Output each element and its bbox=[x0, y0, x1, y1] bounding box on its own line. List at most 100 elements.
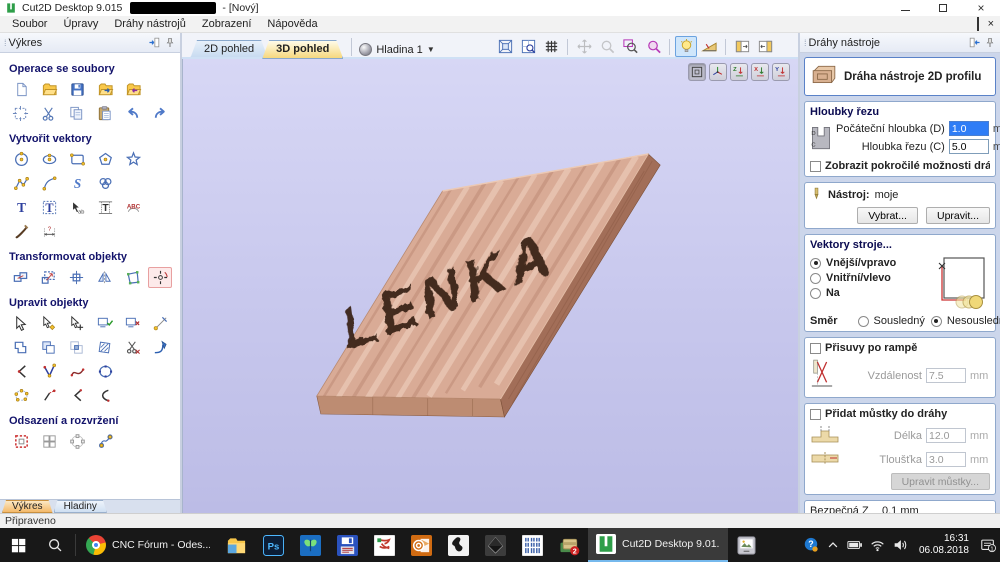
taskbar-app-photoshop[interactable]: Ps bbox=[255, 528, 292, 562]
taskbar-app-butterfly[interactable] bbox=[292, 528, 329, 562]
menu-zobrazeni[interactable]: Zobrazení bbox=[194, 17, 260, 31]
text-spacing-icon[interactable]: T bbox=[93, 197, 117, 218]
cut-depth-input[interactable] bbox=[949, 139, 989, 154]
select-text-icon[interactable]: ab bbox=[65, 197, 89, 218]
advanced-options-checkbox[interactable] bbox=[810, 161, 821, 172]
draw-ellipse-icon[interactable] bbox=[37, 149, 61, 170]
scale-object-icon[interactable] bbox=[37, 267, 61, 288]
fit-points-icon[interactable] bbox=[37, 361, 61, 382]
align-object-icon[interactable] bbox=[65, 267, 89, 288]
join-vectors-icon[interactable] bbox=[9, 385, 33, 406]
fillet-tool-icon[interactable] bbox=[148, 337, 172, 358]
rotate-copy-icon[interactable] bbox=[65, 431, 89, 452]
distort-object-icon[interactable] bbox=[120, 267, 144, 288]
draw-curve-icon[interactable]: S bbox=[65, 173, 89, 194]
option-conventional[interactable]: Nesousledný bbox=[931, 315, 1000, 327]
battery-icon[interactable] bbox=[847, 537, 863, 553]
start-button[interactable] bbox=[0, 528, 37, 562]
restore-button[interactable] bbox=[924, 0, 962, 16]
mdi-restore-button[interactable] bbox=[977, 18, 979, 30]
pin-panel-icon[interactable] bbox=[164, 37, 176, 49]
help-tray-icon[interactable]: ? bbox=[803, 537, 819, 553]
zoom-drawing-button[interactable] bbox=[517, 36, 539, 57]
menu-soubor[interactable]: Soubor bbox=[4, 17, 55, 31]
select-cursor-icon[interactable] bbox=[9, 313, 33, 334]
draw-text-box-icon[interactable]: T bbox=[37, 197, 61, 218]
tab-vykres[interactable]: Výkres bbox=[2, 500, 53, 513]
measure-tool-icon[interactable] bbox=[148, 313, 172, 334]
draw-arc-icon[interactable] bbox=[37, 173, 61, 194]
text-on-curve-icon[interactable]: ABC bbox=[121, 197, 145, 218]
rotate-object-icon[interactable] bbox=[148, 267, 172, 288]
zoom-extents-button[interactable] bbox=[494, 36, 516, 57]
tab-hladiny[interactable]: Hladiny bbox=[54, 500, 107, 513]
fit-arc-2-icon[interactable] bbox=[93, 385, 117, 406]
close-button[interactable]: × bbox=[962, 0, 1000, 16]
collapse-panel-icon[interactable] bbox=[148, 36, 161, 49]
taskbar-app-cut2d[interactable]: Cut2D Desktop 9.01... bbox=[588, 528, 728, 562]
fit-curve-tool-icon[interactable] bbox=[65, 361, 89, 382]
zoom-selected-button[interactable] bbox=[642, 36, 664, 57]
menu-upravy[interactable]: Úpravy bbox=[55, 17, 106, 31]
mdi-close-button[interactable]: × bbox=[988, 19, 994, 30]
edit-tool-button[interactable]: Upravit... bbox=[926, 207, 990, 224]
move-cursor-icon[interactable] bbox=[65, 313, 89, 334]
node-edit-cursor-icon[interactable] bbox=[37, 313, 61, 334]
iso-view-button[interactable] bbox=[709, 63, 727, 81]
draw-polygon-icon[interactable] bbox=[93, 149, 117, 170]
option-on[interactable]: Na bbox=[810, 287, 928, 299]
mirror-object-icon[interactable] bbox=[92, 267, 116, 288]
dimension-icon[interactable]: ? bbox=[37, 221, 61, 242]
draw-text-icon[interactable]: T bbox=[9, 197, 33, 218]
tray-chevron-up-icon[interactable] bbox=[826, 538, 840, 552]
speaker-icon[interactable] bbox=[892, 537, 908, 553]
job-setup-icon[interactable] bbox=[9, 103, 33, 124]
menu-napoveda[interactable]: Nápověda bbox=[259, 17, 325, 31]
taskbar-app-outlook[interactable] bbox=[403, 528, 440, 562]
menu-drahy-nastroju[interactable]: Dráhy nástrojů bbox=[106, 17, 194, 31]
close-vector-icon[interactable] bbox=[93, 361, 117, 382]
trim-vectors-icon[interactable] bbox=[65, 337, 89, 358]
draw-circle-icon[interactable] bbox=[9, 149, 33, 170]
fit-arc-1-icon[interactable] bbox=[65, 385, 89, 406]
taskbar-app-wallet[interactable]: 2 bbox=[551, 528, 588, 562]
move-object-icon[interactable] bbox=[9, 267, 33, 288]
wifi-icon[interactable] bbox=[870, 538, 885, 553]
taskbar-app-floppy[interactable] bbox=[329, 528, 366, 562]
import-vectors-icon[interactable] bbox=[93, 79, 117, 100]
option-inside-left[interactable]: Vnitřní/vlevo bbox=[810, 272, 928, 284]
taskbar-app-red-app[interactable] bbox=[366, 528, 403, 562]
view-y-button[interactable]: Y bbox=[772, 63, 790, 81]
pin-panel-icon[interactable] bbox=[984, 37, 996, 49]
save-file-icon[interactable] bbox=[65, 79, 89, 100]
toggle-shading-button[interactable] bbox=[675, 36, 697, 57]
option-outside-right[interactable]: Vnější/vpravo bbox=[810, 257, 928, 269]
nest-parts-icon[interactable] bbox=[93, 431, 117, 452]
delete-duplicates-icon[interactable] bbox=[120, 313, 144, 334]
collapse-panel-icon[interactable] bbox=[968, 36, 981, 49]
start-depth-input[interactable] bbox=[949, 121, 989, 136]
draw-star-icon[interactable] bbox=[121, 149, 145, 170]
drag-grip-icon[interactable]: ⁞ bbox=[804, 38, 806, 48]
zoom-window-button[interactable] bbox=[619, 36, 641, 57]
option-climb[interactable]: Sousledný bbox=[858, 315, 925, 327]
select-tool-button[interactable]: Vybrat... bbox=[857, 207, 918, 224]
weld-vectors-icon[interactable] bbox=[9, 337, 33, 358]
subtract-vectors-icon[interactable] bbox=[37, 337, 61, 358]
taskbar-app-explorer[interactable] bbox=[218, 528, 255, 562]
object-validator-icon[interactable] bbox=[92, 313, 116, 334]
offset-vectors-icon[interactable] bbox=[9, 431, 33, 452]
toggle-right-panel-button[interactable] bbox=[754, 36, 776, 57]
cut-vector-icon[interactable] bbox=[120, 337, 144, 358]
redo-icon[interactable] bbox=[148, 103, 172, 124]
tab-2d-pohled[interactable]: 2D pohled bbox=[190, 40, 268, 59]
taskbar-app-figure[interactable] bbox=[440, 528, 477, 562]
taskbar-app-barcode[interactable] bbox=[514, 528, 551, 562]
new-file-icon[interactable] bbox=[9, 79, 33, 100]
bridges-checkbox[interactable] bbox=[810, 409, 821, 420]
export-vectors-icon[interactable] bbox=[121, 79, 145, 100]
material-setup-button[interactable] bbox=[698, 36, 720, 57]
taskbar-clock[interactable]: 16:31 06.08.2018 bbox=[915, 533, 973, 558]
copy-icon[interactable] bbox=[65, 103, 89, 124]
undo-icon[interactable] bbox=[120, 103, 144, 124]
